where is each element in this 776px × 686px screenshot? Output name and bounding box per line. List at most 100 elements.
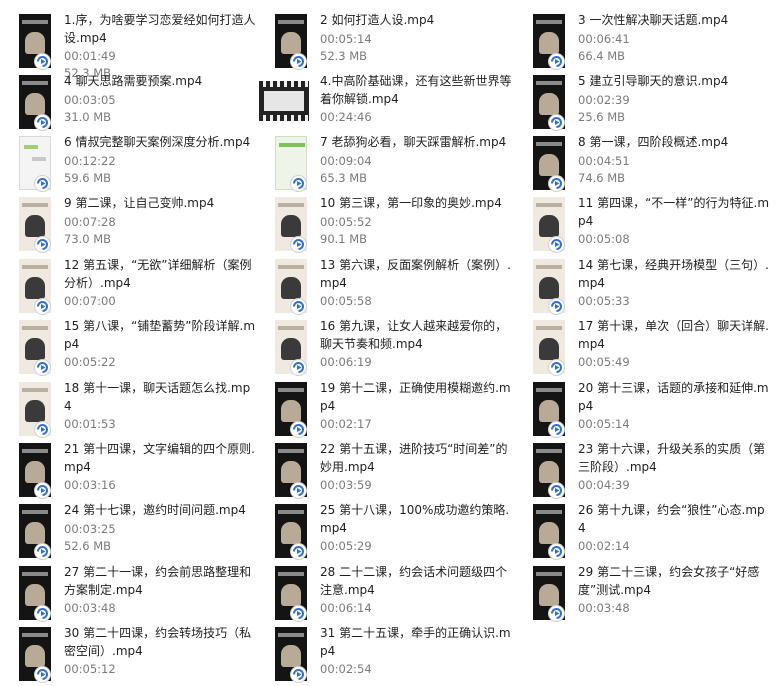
- file-info: 22 第十五课，进阶技巧“时间差”的妙用.mp4 00:03:59: [320, 441, 512, 495]
- file-info: 4 聊天思路需要预案.mp4 00:03:05 31.0 MB: [64, 73, 256, 127]
- file-item[interactable]: 11 第四课，“不一样”的行为特征.mp4 00:05:08: [514, 195, 769, 253]
- file-info: 3 一次性解决聊天话题.mp4 00:06:41 66.4 MB: [578, 12, 770, 66]
- file-duration: 00:03:48: [578, 601, 630, 615]
- file-item[interactable]: 15 第八课，“铺垫蓄势”阶段详解.mp4 00:05:22: [0, 318, 255, 376]
- file-info: 9 第二课，让自己变帅.mp4 00:07:28 73.0 MB: [64, 195, 256, 249]
- file-name: 7 老舔狗必看，聊天踩雷解析.mp4: [320, 135, 507, 149]
- file-item[interactable]: 23 第十六课，升级关系的实质（第三阶段）.mp4 00:04:39: [514, 441, 765, 499]
- media-player-badge-icon: [291, 176, 306, 191]
- file-item[interactable]: 10 第三课，第一印象的奥妙.mp4 00:05:52 90.1 MB: [256, 195, 506, 253]
- file-item[interactable]: 26 第十九课，约会“狼性”心态.mp4 00:02:14: [514, 502, 765, 560]
- media-player-badge-icon: [549, 483, 564, 498]
- media-player-badge-icon: [35, 54, 50, 69]
- media-player-badge-icon: [549, 606, 564, 621]
- file-info: 27 第二十一课，约会前思路整理和方案制定.mp4 00:03:48: [64, 564, 256, 618]
- file-name: 22 第十五课，进阶技巧“时间差”的妙用.mp4: [320, 442, 508, 474]
- file-name: 14 第七课，经典开场模型（三句）.mp4: [578, 258, 769, 290]
- file-item[interactable]: 8 第一课，四阶段概述.mp4 00:04:51 74.6 MB: [514, 134, 764, 192]
- file-info: 25 第十八课，100%成功邀约策略.mp4 00:05:29: [320, 502, 512, 556]
- file-item[interactable]: 4 聊天思路需要预案.mp4 00:03:05 31.0 MB: [0, 73, 250, 131]
- media-player-badge-icon: [549, 422, 564, 437]
- file-name: 17 第十课，单次（回合）聊天详解.mp4: [578, 319, 769, 351]
- file-name: 5 建立引导聊天的意识.mp4: [578, 74, 729, 88]
- media-player-badge-icon: [35, 544, 50, 559]
- file-item[interactable]: 3 一次性解决聊天话题.mp4 00:06:41 66.4 MB: [514, 12, 764, 70]
- file-item[interactable]: 4.中高阶基础课，还有这些新世界等着你解锁.mp4 00:24:46: [256, 73, 511, 131]
- file-info: 21 第十四课，文字编辑的四个原则.mp4 00:03:16: [64, 441, 256, 495]
- file-duration: 00:05:22: [64, 355, 116, 369]
- file-item[interactable]: 5 建立引导聊天的意识.mp4 00:02:39 25.6 MB: [514, 73, 764, 131]
- media-player-badge-icon: [35, 237, 50, 252]
- file-item[interactable]: 20 第十三课，话题的承接和延伸.mp4 00:05:14: [514, 380, 769, 438]
- file-name: 30 第二十四课，约会转场技巧（私密空间）.mp4: [64, 626, 252, 658]
- file-info: 17 第十课，单次（回合）聊天详解.mp4 00:05:49: [578, 318, 770, 372]
- file-size: 66.4 MB: [578, 48, 626, 63]
- file-size: 90.1 MB: [320, 231, 368, 246]
- file-name: 3 一次性解决聊天话题.mp4: [578, 13, 729, 27]
- file-item[interactable]: 28 二十二课，约会话术问题级四个注意.mp4 00:06:14: [256, 564, 507, 622]
- file-info: 8 第一课，四阶段概述.mp4 00:04:51 74.6 MB: [578, 134, 770, 188]
- file-info: 11 第四课，“不一样”的行为特征.mp4 00:05:08: [578, 195, 770, 249]
- file-item[interactable]: 9 第二课，让自己变帅.mp4 00:07:28 73.0 MB: [0, 195, 250, 253]
- file-info: 6 情叔完整聊天案例深度分析.mp4 00:12:22 59.6 MB: [64, 134, 256, 188]
- file-info: 19 第十二课，正确使用模糊邀约.mp4 00:02:17: [320, 380, 512, 434]
- media-player-badge-icon: [35, 606, 50, 621]
- file-name: 11 第四课，“不一样”的行为特征.mp4: [578, 196, 770, 228]
- file-item[interactable]: 24 第十七课，邀约时间问题.mp4 00:03:25 52.6 MB: [0, 502, 250, 560]
- file-duration: 00:05:33: [578, 294, 630, 308]
- file-name: 16 第九课，让女人越来越爱你的，聊天节奏和频.mp4: [320, 319, 508, 351]
- file-grid: 1.序，为啥要学习恋爱经如何打造人设.mp4 00:01:49 52.3 MB 2 如…: [0, 0, 776, 686]
- file-item[interactable]: 27 第二十一课，约会前思路整理和方案制定.mp4 00:03:48: [0, 564, 251, 622]
- file-duration: 00:03:59: [320, 478, 372, 492]
- file-name: 26 第十九课，约会“狼性”心态.mp4: [578, 503, 765, 535]
- file-name: 2 如何打造人设.mp4: [320, 13, 435, 27]
- file-item[interactable]: 16 第九课，让女人越来越爱你的，聊天节奏和频.mp4 00:06:19: [256, 318, 507, 376]
- file-item[interactable]: 21 第十四课，文字编辑的四个原则.mp4 00:03:16: [0, 441, 255, 499]
- file-duration: 00:05:29: [320, 539, 372, 553]
- file-size: 25.6 MB: [578, 109, 626, 124]
- media-player-badge-icon: [291, 237, 306, 252]
- file-name: 6 情叔完整聊天案例深度分析.mp4: [64, 135, 251, 149]
- file-info: 28 二十二课，约会话术问题级四个注意.mp4 00:06:14: [320, 564, 512, 618]
- file-item[interactable]: 19 第十二课，正确使用模糊邀约.mp4 00:02:17: [256, 380, 511, 438]
- media-player-badge-icon: [291, 667, 306, 682]
- file-item[interactable]: 25 第十八课，100%成功邀约策略.mp4 00:05:29: [256, 502, 509, 560]
- file-item[interactable]: 17 第十课，单次（回合）聊天详解.mp4 00:05:49: [514, 318, 769, 376]
- media-player-badge-icon: [35, 422, 50, 437]
- file-item[interactable]: 30 第二十四课，约会转场技巧（私密空间）.mp4 00:05:12: [0, 625, 251, 683]
- file-item[interactable]: 29 第二十三课，约会女孩子“好感度”测试.mp4 00:03:48: [514, 564, 764, 622]
- file-item[interactable]: 2 如何打造人设.mp4 00:05:14 52.3 MB: [256, 12, 506, 70]
- file-duration: 00:07:00: [64, 294, 116, 308]
- file-name: 1.序，为啥要学习恋爱经如何打造人设.mp4: [64, 13, 256, 45]
- file-size: 31.0 MB: [64, 109, 112, 124]
- media-player-badge-icon: [291, 544, 306, 559]
- file-duration: 00:06:19: [320, 355, 372, 369]
- file-info: 15 第八课，“铺垫蓄势”阶段详解.mp4 00:05:22: [64, 318, 256, 372]
- file-info: 24 第十七课，邀约时间问题.mp4 00:03:25 52.6 MB: [64, 502, 256, 556]
- file-item[interactable]: 1.序，为啥要学习恋爱经如何打造人设.mp4 00:01:49 52.3 MB: [0, 12, 255, 80]
- file-name: 21 第十四课，文字编辑的四个原则.mp4: [64, 442, 255, 474]
- file-name: 20 第十三课，话题的承接和延伸.mp4: [578, 381, 769, 413]
- file-item[interactable]: 13 第六课，反面案例解析（案例）.mp4 00:05:58: [256, 257, 511, 315]
- file-item[interactable]: 12 第五课，“无欲”详细解析（案例分析）.mp4 00:07:00: [0, 257, 252, 315]
- media-player-badge-icon: [291, 360, 306, 375]
- file-item[interactable]: 7 老舔狗必看，聊天踩雷解析.mp4 00:09:04 65.3 MB: [256, 134, 506, 192]
- file-info: 29 第二十三课，约会女孩子“好感度”测试.mp4 00:03:48: [578, 564, 770, 618]
- file-item[interactable]: 22 第十五课，进阶技巧“时间差”的妙用.mp4 00:03:59: [256, 441, 508, 499]
- file-item[interactable]: 18 第十一课，聊天话题怎么找.mp4 00:01:53: [0, 380, 250, 438]
- media-player-badge-icon: [291, 483, 306, 498]
- file-name: 13 第六课，反面案例解析（案例）.mp4: [320, 258, 511, 290]
- file-info: 16 第九课，让女人越来越爱你的，聊天节奏和频.mp4 00:06:19: [320, 318, 512, 372]
- file-duration: 00:04:39: [578, 478, 630, 492]
- file-item[interactable]: 31 第二十五课，牵手的正确认识.mp4 00:02:54: [256, 625, 511, 683]
- file-item[interactable]: 14 第七课，经典开场模型（三句）.mp4 00:05:33: [514, 257, 769, 315]
- video-thumbnail-icon[interactable]: [259, 81, 309, 121]
- file-item[interactable]: 6 情叔完整聊天案例深度分析.mp4 00:12:22 59.6 MB: [0, 134, 250, 192]
- media-player-badge-icon: [35, 115, 50, 130]
- file-info: 18 第十一课，聊天话题怎么找.mp4 00:01:53: [64, 380, 256, 434]
- file-name: 15 第八课，“铺垫蓄势”阶段详解.mp4: [64, 319, 256, 351]
- file-size: 52.3 MB: [320, 48, 368, 63]
- file-name: 29 第二十三课，约会女孩子“好感度”测试.mp4: [578, 565, 760, 597]
- file-name: 18 第十一课，聊天话题怎么找.mp4: [64, 381, 251, 413]
- file-duration: 00:02:17: [320, 417, 372, 431]
